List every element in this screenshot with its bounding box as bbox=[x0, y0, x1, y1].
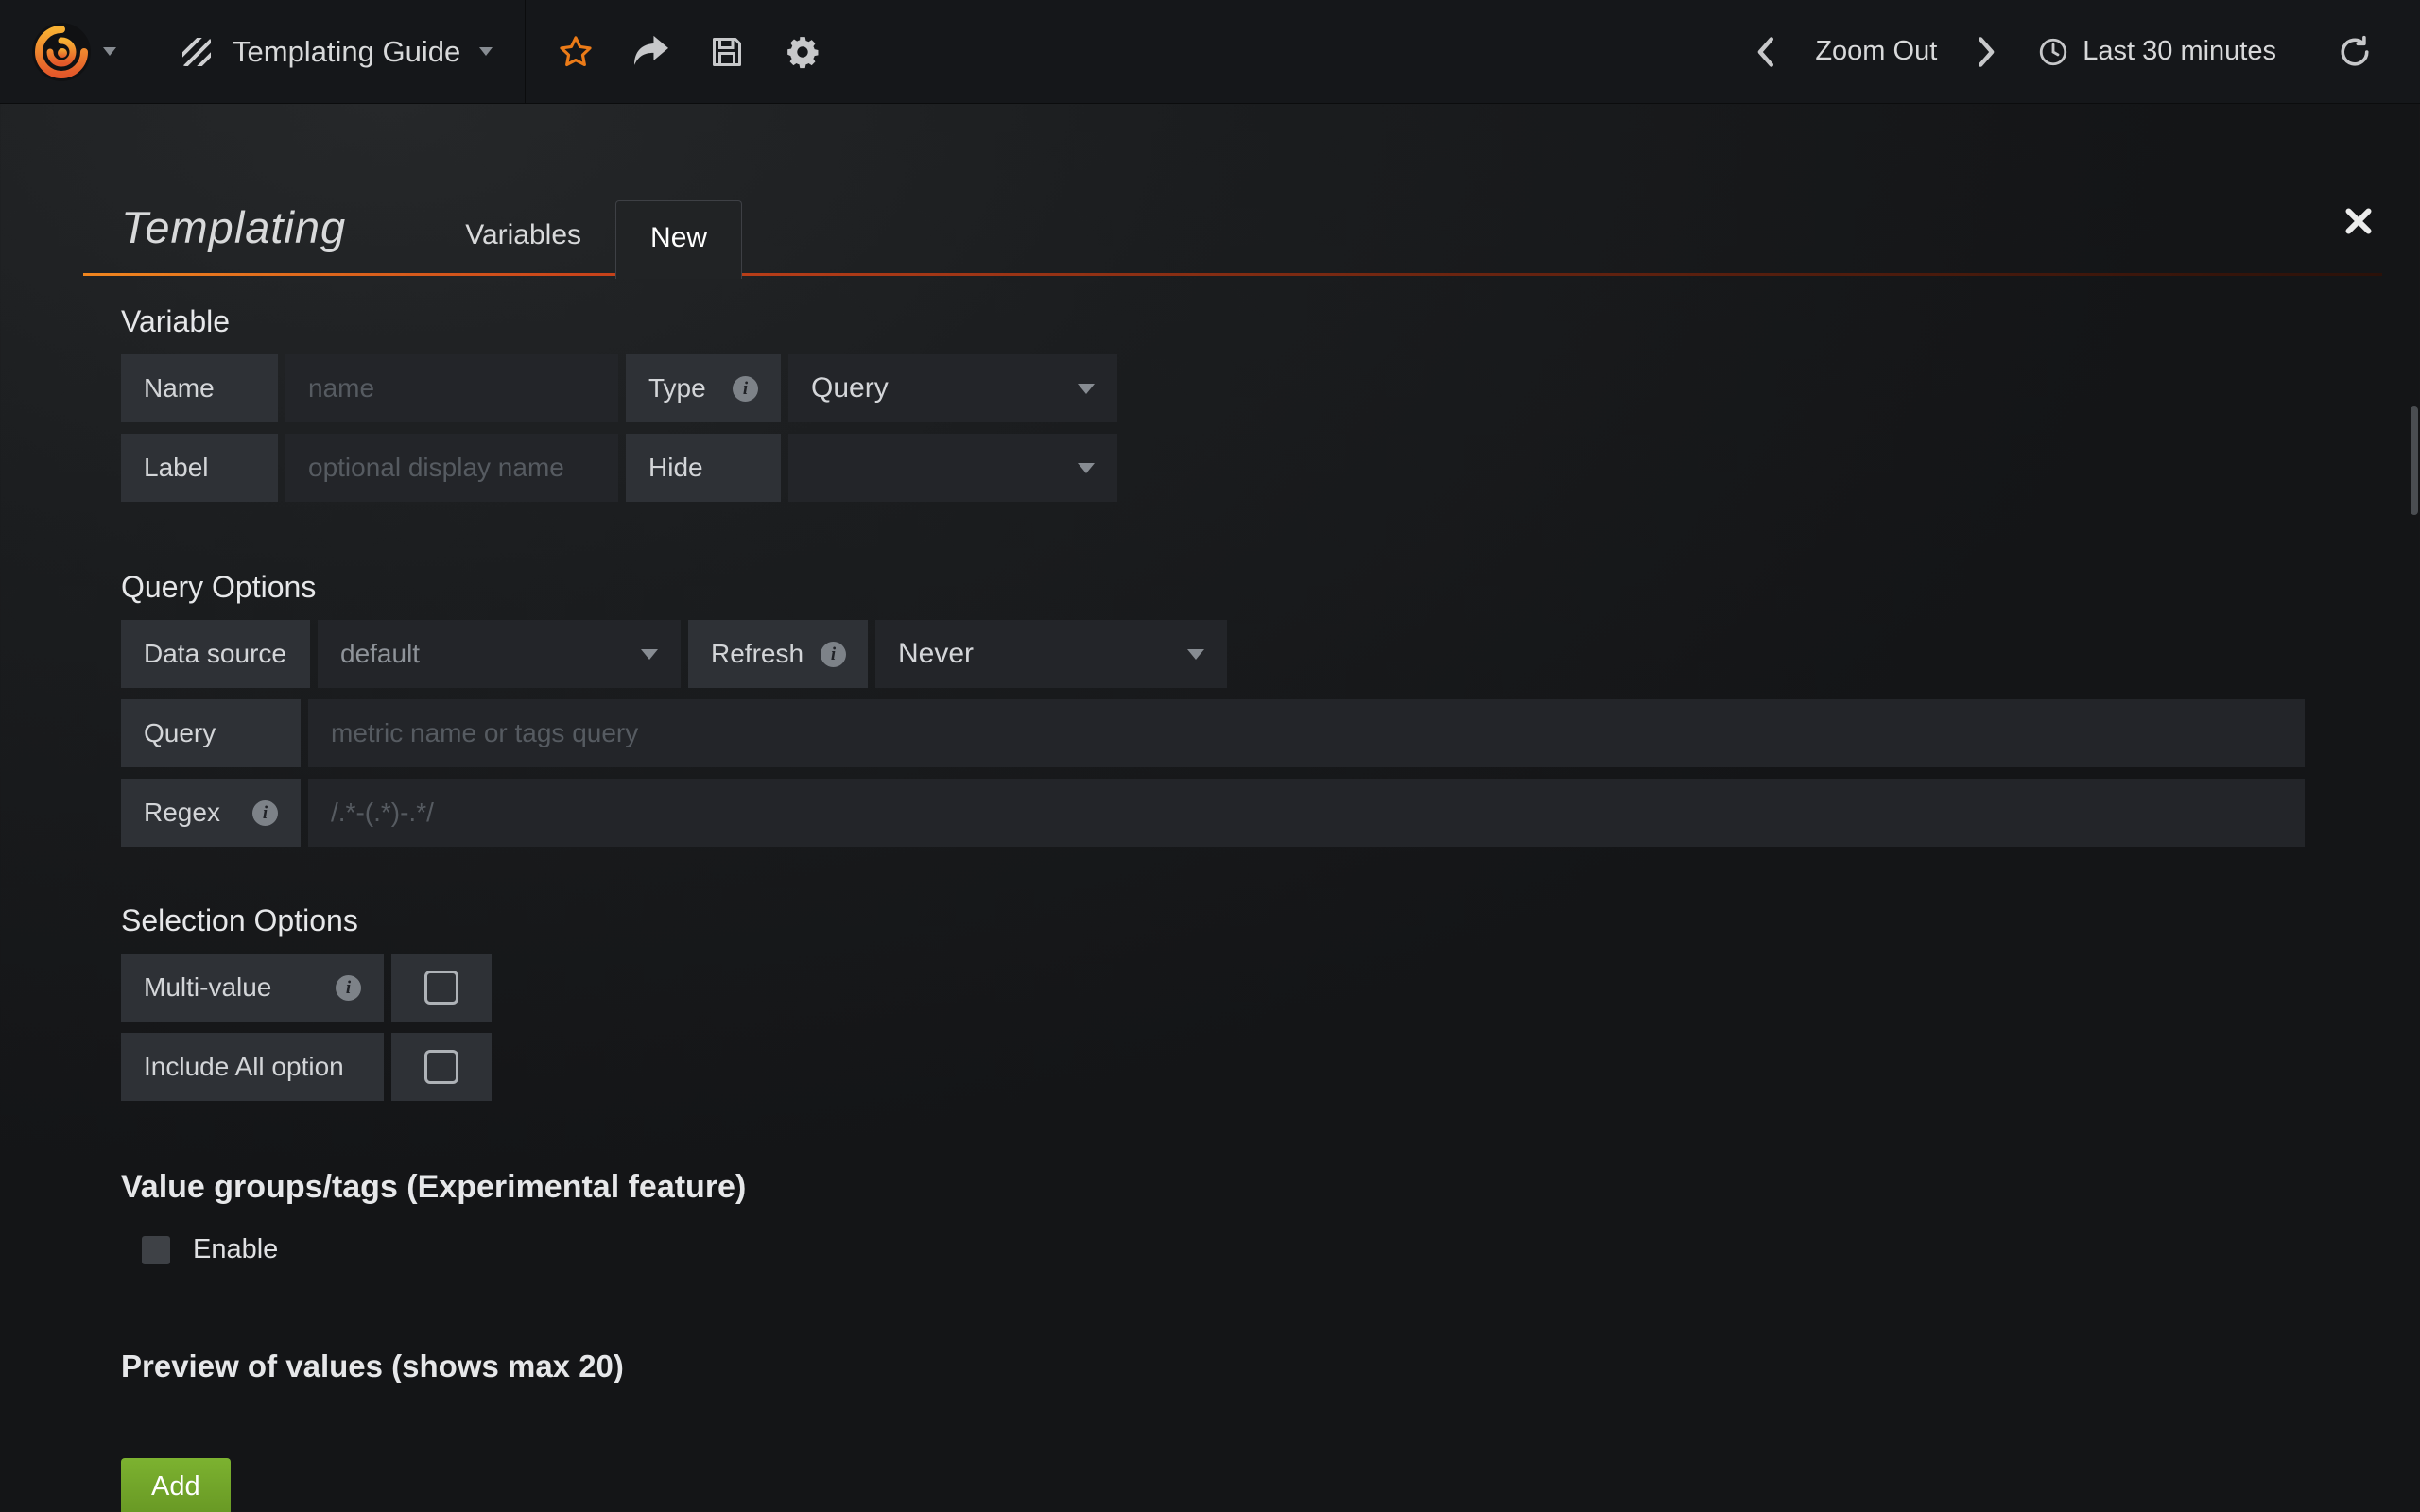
hide-label: Hide bbox=[626, 434, 781, 502]
editor-header: Templating Variables New bbox=[83, 180, 2382, 276]
checkbox-icon bbox=[424, 971, 458, 1005]
dashboard-picker[interactable]: Templating Guide bbox=[147, 0, 526, 103]
info-icon: i bbox=[336, 975, 361, 1001]
clock-icon bbox=[2037, 36, 2069, 68]
include-all-checkbox[interactable] bbox=[391, 1033, 492, 1101]
label-row: Label Hide bbox=[121, 434, 2382, 502]
time-forward-button[interactable] bbox=[1960, 25, 2014, 79]
hide-select[interactable] bbox=[788, 434, 1117, 502]
time-range-label: Last 30 minutes bbox=[2083, 36, 2276, 67]
multi-value-row: Multi-value i bbox=[121, 954, 2382, 1022]
refresh-label-text: Refresh bbox=[711, 639, 804, 669]
label-input[interactable] bbox=[285, 434, 618, 502]
type-select[interactable]: Query bbox=[788, 354, 1117, 422]
tab-variables[interactable]: Variables bbox=[431, 219, 615, 276]
time-back-button[interactable] bbox=[1737, 25, 1792, 79]
refresh-select-value: Never bbox=[898, 638, 974, 670]
query-row: Query bbox=[121, 699, 2305, 767]
regex-input[interactable] bbox=[308, 779, 2305, 847]
share-button[interactable] bbox=[624, 25, 679, 79]
name-row: Name Type i Query bbox=[121, 354, 2382, 422]
info-icon: i bbox=[821, 642, 846, 667]
name-input[interactable] bbox=[285, 354, 618, 422]
scrollbar-thumb[interactable] bbox=[2411, 406, 2418, 515]
regex-label: Regex i bbox=[121, 779, 301, 847]
save-icon bbox=[710, 35, 744, 69]
grafana-menu-button[interactable] bbox=[0, 0, 147, 103]
type-label-text: Type bbox=[648, 373, 706, 404]
refresh-icon bbox=[2338, 35, 2372, 69]
navbar: Templating Guide bbox=[0, 0, 2420, 104]
include-all-row: Include All option bbox=[121, 1033, 2382, 1101]
multi-value-checkbox[interactable] bbox=[391, 954, 492, 1022]
enable-checkbox[interactable] bbox=[142, 1236, 170, 1264]
query-input[interactable] bbox=[308, 699, 2305, 767]
dashboard-title: Templating Guide bbox=[233, 35, 460, 69]
section-heading-variable: Variable bbox=[121, 304, 2382, 339]
section-heading-value-groups: Value groups/tags (Experimental feature) bbox=[121, 1169, 2382, 1206]
caret-down-icon bbox=[641, 649, 658, 660]
section-heading-selection-options: Selection Options bbox=[121, 903, 2382, 938]
editor-title: Templating bbox=[121, 201, 346, 276]
gear-icon bbox=[785, 34, 821, 70]
section-heading-preview: Preview of values (shows max 20) bbox=[121, 1349, 2382, 1384]
chevron-right-icon bbox=[1976, 36, 1998, 68]
datasource-label: Data source bbox=[121, 620, 310, 688]
type-label: Type i bbox=[626, 354, 781, 422]
add-button[interactable]: Add bbox=[121, 1458, 231, 1512]
settings-button[interactable] bbox=[775, 25, 830, 79]
multi-value-label: Multi-value i bbox=[121, 954, 384, 1022]
variable-form: Variable Name Type i Query Label Hide Qu… bbox=[121, 304, 2382, 1512]
templating-editor: Templating Variables New Variable Name T… bbox=[83, 180, 2382, 1512]
chevron-left-icon bbox=[1754, 36, 1776, 68]
multi-value-label-text: Multi-value bbox=[144, 972, 271, 1003]
type-select-value: Query bbox=[811, 372, 889, 404]
regex-row: Regex i bbox=[121, 779, 2305, 847]
dashboard-actions bbox=[526, 0, 853, 103]
zoom-out-label: Zoom Out bbox=[1815, 36, 1937, 67]
info-icon: i bbox=[733, 376, 758, 402]
name-label: Name bbox=[121, 354, 278, 422]
caret-down-icon bbox=[1078, 384, 1095, 394]
tab-underline bbox=[83, 273, 2382, 276]
section-heading-query-options: Query Options bbox=[121, 570, 2382, 605]
regex-label-text: Regex bbox=[144, 798, 220, 828]
tab-new[interactable]: New bbox=[615, 200, 742, 279]
refresh-select[interactable]: Never bbox=[875, 620, 1227, 688]
star-icon bbox=[558, 34, 594, 70]
close-icon bbox=[2344, 207, 2373, 235]
time-controls: Zoom Out Last 30 minutes bbox=[1737, 0, 2420, 103]
close-button[interactable] bbox=[2339, 201, 2378, 244]
checkbox-icon bbox=[424, 1050, 458, 1084]
refresh-button[interactable] bbox=[2327, 25, 2382, 79]
include-all-label: Include All option bbox=[121, 1033, 384, 1101]
datasource-select[interactable]: default bbox=[318, 620, 681, 688]
zoom-out-button[interactable]: Zoom Out bbox=[1800, 25, 1952, 79]
enable-label: Enable bbox=[193, 1234, 278, 1265]
grafana-logo-icon bbox=[31, 22, 92, 82]
time-range-picker[interactable]: Last 30 minutes bbox=[2022, 25, 2291, 79]
caret-down-icon bbox=[1078, 463, 1095, 473]
share-icon bbox=[632, 35, 670, 69]
dashboard-icon bbox=[180, 35, 214, 69]
refresh-label: Refresh i bbox=[688, 620, 868, 688]
star-button[interactable] bbox=[548, 25, 603, 79]
save-button[interactable] bbox=[700, 25, 754, 79]
caret-down-icon bbox=[103, 47, 116, 56]
datasource-row: Data source default Refresh i Never bbox=[121, 620, 2382, 688]
caret-down-icon bbox=[1187, 649, 1204, 660]
label-label: Label bbox=[121, 434, 278, 502]
query-label: Query bbox=[121, 699, 301, 767]
datasource-select-value: default bbox=[340, 639, 420, 669]
caret-down-icon bbox=[479, 47, 493, 56]
enable-row: Enable bbox=[142, 1234, 2382, 1265]
info-icon: i bbox=[252, 800, 278, 826]
